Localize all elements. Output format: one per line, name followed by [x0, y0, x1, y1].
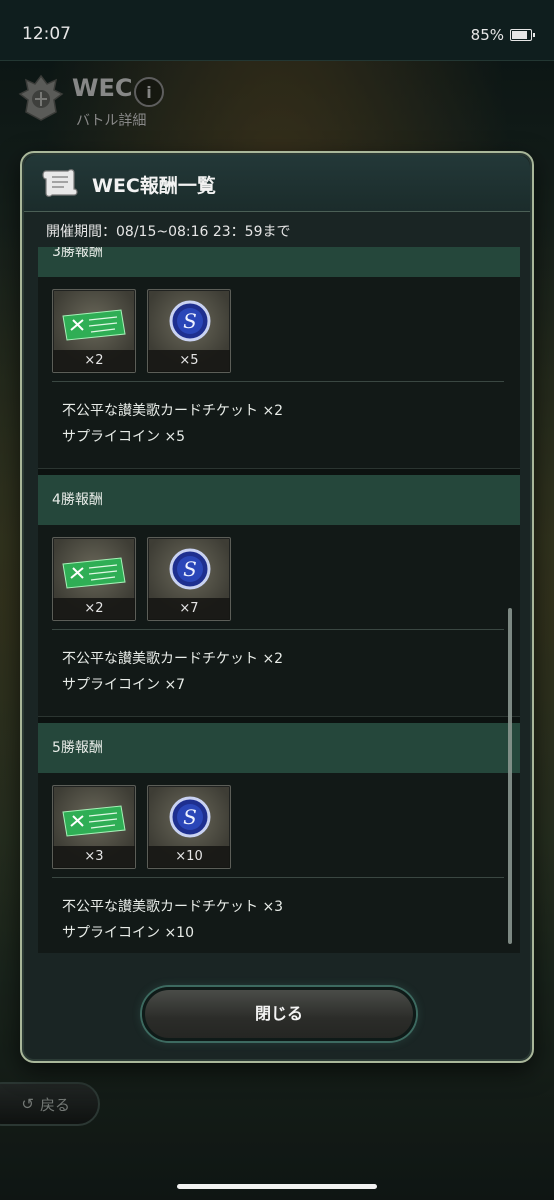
- svg-text:S: S: [183, 557, 197, 581]
- reward-item[interactable]: S ×5: [147, 289, 231, 373]
- reward-section: 4勝報酬 ×2 S ×7 不公平な讃美歌カードチケット ×2 サプライコイン ×…: [38, 475, 520, 723]
- battery-percent: 85%: [470, 26, 504, 44]
- dialog-title: WEC報酬一覧: [92, 175, 216, 197]
- coin-icon: S: [169, 796, 211, 838]
- description-line: 不公平な讃美歌カードチケット ×3: [62, 899, 284, 915]
- event-period: 開催期間：08/15~08:16 23：59まで: [46, 224, 291, 240]
- item-count: ×2: [53, 350, 135, 372]
- coin-icon: S: [169, 548, 211, 590]
- status-time: 12:07: [22, 24, 71, 44]
- description-line: 不公平な讃美歌カードチケット ×2: [62, 651, 284, 667]
- battery-icon: [510, 29, 535, 41]
- reward-items: ×3 S ×10: [38, 773, 520, 877]
- reward-item[interactable]: ×3: [52, 785, 136, 869]
- close-button[interactable]: 閉じる: [142, 987, 416, 1041]
- scrollbar[interactable]: [508, 608, 512, 944]
- item-count: ×10: [148, 846, 230, 868]
- ticket-icon: [62, 557, 126, 589]
- reward-description: 不公平な讃美歌カードチケット ×2 サプライコイン ×7: [38, 630, 520, 716]
- reward-section: 3勝報酬 ×2 S ×5 不公平な讃美歌カードチケット ×2 サプライコイン ×…: [38, 247, 520, 475]
- section-title: 3勝報酬: [38, 247, 520, 277]
- home-indicator[interactable]: [177, 1184, 377, 1189]
- reward-item[interactable]: S ×10: [147, 785, 231, 869]
- description-line: サプライコイン ×5: [62, 429, 186, 445]
- reward-description: 不公平な讃美歌カードチケット ×2 サプライコイン ×5: [38, 382, 520, 468]
- section-separator: [38, 468, 520, 475]
- reward-items: ×2 S ×7: [38, 525, 520, 629]
- status-bar: 12:07 85%: [0, 0, 554, 61]
- reward-item[interactable]: ×2: [52, 537, 136, 621]
- section-title: 5勝報酬: [38, 723, 520, 773]
- description-line: サプライコイン ×7: [62, 677, 186, 693]
- section-separator: [38, 716, 520, 723]
- reward-list[interactable]: 3勝報酬 ×2 S ×5 不公平な讃美歌カードチケット ×2 サプライコイン ×…: [38, 247, 520, 953]
- svg-text:S: S: [183, 309, 197, 333]
- section-title: 4勝報酬: [38, 475, 520, 525]
- item-count: ×2: [53, 598, 135, 620]
- reward-item[interactable]: S ×7: [147, 537, 231, 621]
- dialog-header: WEC報酬一覧: [24, 155, 530, 212]
- description-line: サプライコイン ×10: [62, 925, 194, 941]
- scroll-icon: [42, 169, 78, 197]
- item-count: ×5: [148, 350, 230, 372]
- item-count: ×7: [148, 598, 230, 620]
- coin-icon: S: [169, 300, 211, 342]
- reward-section: 5勝報酬 ×3 S ×10 不公平な讃美歌カードチケット ×3 サプライコイン …: [38, 723, 520, 953]
- reward-description: 不公平な讃美歌カードチケット ×3 サプライコイン ×10: [38, 878, 520, 953]
- battery-status: 85%: [470, 26, 535, 44]
- ticket-icon: [62, 805, 126, 837]
- description-line: 不公平な讃美歌カードチケット ×2: [62, 403, 284, 419]
- reward-items: ×2 S ×5: [38, 277, 520, 381]
- reward-item[interactable]: ×2: [52, 289, 136, 373]
- svg-text:S: S: [183, 805, 197, 829]
- rewards-dialog: WEC報酬一覧 開催期間：08/15~08:16 23：59まで 3勝報酬 ×2: [20, 151, 534, 1063]
- ticket-icon: [62, 309, 126, 341]
- item-count: ×3: [53, 846, 135, 868]
